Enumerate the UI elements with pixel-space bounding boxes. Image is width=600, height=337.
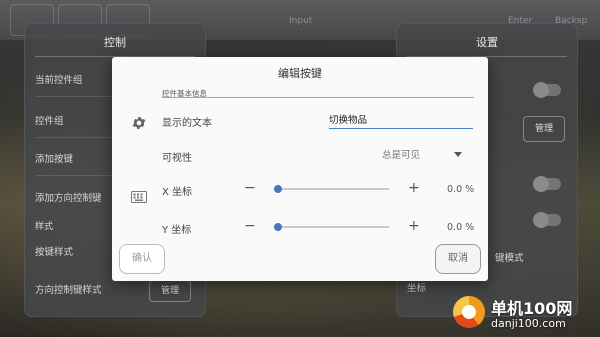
y-slider-thumb[interactable] [274,223,282,231]
settings-manage-button[interactable]: 管理 [523,116,565,142]
x-increase-button[interactable]: + [408,181,420,195]
gear-icon [132,117,146,129]
settings-mode-label: 键模式 [495,253,524,264]
visibility-label: 可视性 [162,153,192,164]
y-increase-button[interactable]: + [408,219,420,233]
x-coordinate-label: X 坐标 [162,187,193,198]
dialog-title: 编辑按键 [278,67,322,80]
keyboard-icon [131,191,147,203]
display-text-label: 显示的文本 [162,118,212,129]
panel-item-add-dpad[interactable]: 添加方向控制键 [35,190,102,204]
watermark-logo-icon [453,296,485,328]
x-value: 0.0 % [447,184,475,195]
panel-item-add-key[interactable]: 添加按键 [35,151,73,165]
x-slider-thumb[interactable] [274,185,282,193]
settings-toggle[interactable] [533,82,561,98]
edit-key-dialog: 编辑按键 控件基本信息 显示的文本 切换物品 可视性 总是可见 X 坐标 − +… [112,57,488,281]
panel-item-current-group[interactable]: 当前控件组 [35,72,83,86]
settings-panel-title: 设置 [476,36,498,49]
settings-toggle[interactable] [533,176,561,192]
x-slider[interactable] [274,185,389,193]
x-decrease-button[interactable]: − [244,181,256,195]
manage-button[interactable]: 管理 [149,280,191,302]
ghost-input-label: Input [289,16,313,26]
panel-item-key-style[interactable]: 按键样式 [35,244,73,258]
panel-section-style: 样式 [35,222,54,232]
y-slider[interactable] [274,223,389,231]
y-coordinate-label: Y 坐标 [162,225,192,236]
control-panel-title: 控制 [104,36,126,49]
panel-item-groups[interactable]: 控件组 [35,113,64,127]
divider [162,97,474,98]
watermark-title: 单机100网 [491,299,573,318]
y-decrease-button[interactable]: − [244,219,256,233]
watermark-url: danji100.com [491,317,566,330]
chevron-down-icon[interactable] [454,152,462,157]
y-value: 0.0 % [447,222,475,233]
settings-toggle[interactable] [533,212,561,228]
confirm-button[interactable]: 确认 [119,244,165,274]
cancel-button[interactable]: 取消 [435,244,481,274]
settings-coords-label: 坐标 [407,283,427,294]
panel-item-dpad-style[interactable]: 方向控制键样式 [35,282,102,296]
display-text-input[interactable]: 切换物品 [329,112,473,129]
visibility-select[interactable]: 总是可见 [382,147,462,161]
